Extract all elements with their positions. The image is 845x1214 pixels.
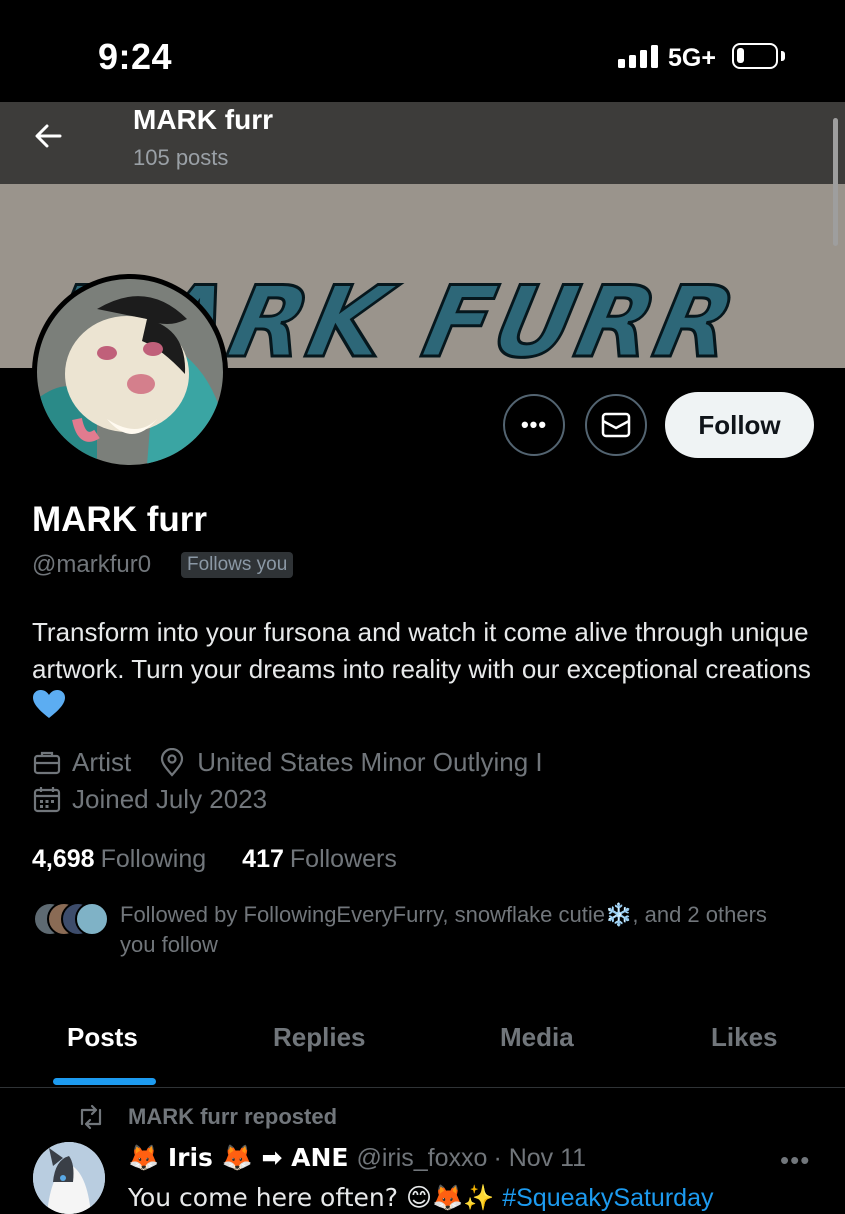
location-pin-icon: [161, 747, 184, 777]
followers-link[interactable]: 417 Followers: [242, 845, 397, 874]
post-body: You come here often? 😊🦊✨: [128, 1183, 503, 1212]
blue-heart-icon: [33, 690, 65, 718]
message-button[interactable]: [585, 394, 647, 456]
follow-counts: 4,698 Following 417 Followers: [32, 845, 397, 874]
post-hashtag[interactable]: #SqueakySaturday: [502, 1184, 713, 1212]
followers-label: Followers: [289, 845, 397, 873]
tab-replies[interactable]: Replies: [273, 1022, 366, 1053]
profession: Artist: [72, 747, 132, 777]
status-time: 9:24: [98, 36, 173, 77]
tab-posts[interactable]: Posts: [67, 1022, 138, 1053]
repost-icon: [80, 1104, 102, 1130]
battery-tip: [781, 51, 785, 61]
post-header: 🦊 Iris 🦊 ➡ ANE @iris_foxxo · Nov 11: [128, 1143, 586, 1173]
tabs-divider: [0, 1087, 845, 1088]
tab-media[interactable]: Media: [500, 1022, 574, 1053]
joined-date: Joined July 2023: [72, 784, 268, 814]
profile-bio: Transform into your fursona and watch it…: [32, 614, 812, 725]
repost-label: MARK furr reposted: [128, 1104, 338, 1129]
husky-avatar-icon: [33, 1142, 105, 1214]
header-post-count: 105 posts: [133, 145, 229, 170]
scrollbar[interactable]: [833, 118, 838, 246]
network-type: 5G+: [668, 44, 716, 72]
bio-text: Transform into your fursona and watch it…: [32, 617, 811, 684]
back-arrow-icon[interactable]: [30, 118, 66, 154]
follows-you-badge: Follows you: [181, 552, 294, 578]
signal-icon: [618, 44, 658, 68]
display-name: MARK furr: [32, 500, 207, 539]
post-text[interactable]: You come here often? 😊🦊✨ #SqueakySaturda…: [128, 1183, 713, 1213]
location: United States Minor Outlying I: [197, 747, 543, 777]
following-count: 4,698: [32, 845, 95, 873]
post-author-avatar[interactable]: [33, 1142, 105, 1214]
avatar-artwork-icon: [37, 279, 223, 465]
followed-by-avatars[interactable]: [33, 902, 109, 936]
joined-row: Joined July 2023: [32, 784, 267, 815]
header-name: MARK furr: [133, 104, 273, 135]
following-link[interactable]: 4,698 Following: [32, 845, 206, 874]
followed-by-text[interactable]: Followed by FollowingEveryFurry, snowfla…: [120, 900, 800, 960]
battery-icon: [732, 43, 778, 69]
top-header: [0, 102, 845, 184]
follow-button[interactable]: Follow: [665, 392, 814, 458]
following-label: Following: [100, 845, 207, 873]
repost-line: MARK furr reposted: [76, 1104, 337, 1130]
more-icon: •••: [520, 412, 548, 437]
post-author-name[interactable]: 🦊 Iris 🦊 ➡ ANE: [128, 1143, 348, 1173]
calendar-icon: [33, 786, 61, 812]
active-tab-indicator: [53, 1078, 156, 1085]
briefcase-icon: [33, 751, 61, 774]
tab-likes[interactable]: Likes: [711, 1022, 778, 1053]
profile-avatar[interactable]: [32, 274, 228, 470]
user-handle: @markfur0: [32, 551, 152, 578]
post-date[interactable]: · Nov 11: [493, 1144, 586, 1173]
profile-meta-row: Artist United States Minor Outlying I: [32, 747, 543, 778]
followers-count: 417: [242, 845, 284, 873]
post-more-button[interactable]: •••: [780, 1145, 810, 1176]
post-author-handle[interactable]: @iris_foxxo: [356, 1144, 487, 1173]
envelope-icon: [601, 412, 631, 438]
more-options-button[interactable]: •••: [503, 394, 565, 456]
